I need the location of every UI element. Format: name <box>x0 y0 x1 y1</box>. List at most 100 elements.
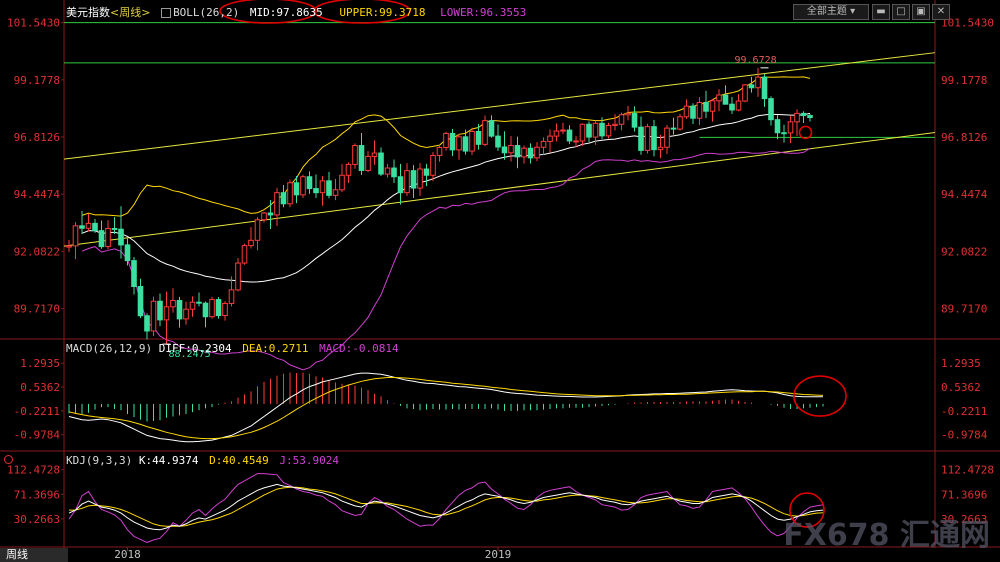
dea-label: DEA: <box>242 342 269 355</box>
k-value: 44.9374 <box>152 454 199 467</box>
candle-body <box>66 245 72 248</box>
main-tick-left-2: 96.8126 <box>14 131 60 144</box>
candle-body <box>501 146 508 154</box>
candle-body <box>521 147 527 158</box>
main-tick-right-4: 92.0822 <box>941 245 987 258</box>
candle-body <box>371 152 378 157</box>
candle-body <box>430 154 436 176</box>
macd-tick-right-0: 1.2935 <box>941 357 981 370</box>
period-tab[interactable]: 周线 <box>0 548 68 562</box>
candle-body <box>436 146 443 156</box>
candle-body <box>573 140 579 143</box>
candle-body <box>222 302 228 317</box>
candle-body <box>605 124 612 137</box>
d-value: 40.4549 <box>222 454 269 467</box>
main-tick-left-4: 92.0822 <box>14 245 60 258</box>
candle-body <box>241 245 248 264</box>
candle-body <box>443 132 449 148</box>
candle-body <box>410 170 417 189</box>
candle-body <box>540 140 547 148</box>
candle-body <box>293 182 300 196</box>
candle-body <box>170 300 176 308</box>
macd-label: MACD: <box>319 342 353 355</box>
candle-body <box>248 239 254 247</box>
candle-body <box>111 227 118 230</box>
candle-body <box>456 136 462 151</box>
diff-value: 0.2304 <box>191 342 232 355</box>
minimize-icon[interactable]: ▬ <box>872 4 890 20</box>
candle-body <box>599 122 605 137</box>
candle-body <box>722 94 729 105</box>
candle-body <box>215 299 222 317</box>
period-tab-label: 周线 <box>6 548 28 561</box>
legend-macd: MACD:-0.0814 <box>319 342 398 355</box>
boll-lower-line <box>81 147 811 371</box>
lower-label: LOWER: <box>440 6 480 19</box>
candle-body <box>189 301 196 310</box>
kdj-indicator: KDJ(9,3,3) <box>66 454 133 467</box>
candle-body <box>625 112 631 116</box>
restore-icon[interactable]: □ <box>892 4 910 20</box>
main-tick-right-3: 94.4474 <box>941 188 988 201</box>
period-label: <周线> <box>110 6 151 19</box>
legend-upper: UPPER:99.3718 <box>339 6 425 19</box>
candle-body <box>345 163 352 176</box>
candle-body <box>729 103 735 111</box>
legend-diff: DIFF:0.2304 <box>159 342 232 355</box>
candle-body <box>670 127 677 130</box>
kdj-tick-right-1: 71.3696 <box>941 488 987 501</box>
highlight-macd-cross <box>793 375 847 417</box>
kdj-tick-left-2: 30.2663 <box>14 513 60 526</box>
candle-body <box>404 170 410 194</box>
candle-body <box>137 285 144 317</box>
candle-body <box>761 76 768 100</box>
d-label: D: <box>209 454 223 467</box>
macd-tick-right-3: -0.9784 <box>941 429 988 442</box>
candle-body <box>794 112 800 123</box>
maximize-icon[interactable]: ▣ <box>912 4 930 20</box>
candle-body <box>209 299 215 318</box>
candle-body <box>768 98 774 121</box>
legend-k: K:44.9374 <box>139 454 199 467</box>
candle-body <box>618 114 625 125</box>
theme-button[interactable]: 全部主题 ▾ <box>793 4 869 20</box>
candle-body <box>378 152 384 175</box>
macd-value: -0.0814 <box>352 342 399 355</box>
close-icon[interactable]: ✕ <box>932 4 950 20</box>
main-tick-left-5: 89.7170 <box>14 303 60 316</box>
candle-body <box>417 168 423 189</box>
highlight-last-candle <box>798 125 813 140</box>
candle-body <box>514 145 521 158</box>
dea-value: 0.2711 <box>268 342 309 355</box>
candle-body <box>287 182 293 205</box>
candle-body <box>118 228 124 246</box>
stock-chart[interactable]: 101.5430 101.543099.1778 99.177896.8126 96.… <box>0 0 1000 562</box>
candle-body <box>79 225 85 229</box>
candle-body <box>742 84 748 102</box>
candle-body <box>339 174 345 191</box>
candle-body <box>144 315 150 332</box>
candle-body <box>124 244 131 262</box>
candle-body <box>267 212 274 216</box>
candle-body <box>612 123 618 126</box>
candle-body <box>280 192 287 205</box>
candle-body <box>261 212 267 221</box>
settings-dot-icon[interactable] <box>4 455 13 464</box>
kdj-tick-left-0: 112.4728 <box>7 464 60 477</box>
candle-body <box>534 146 540 159</box>
lower-value: 96.3553 <box>479 6 527 19</box>
candle-body <box>274 192 280 216</box>
kdj-legend: KDJ(9,3,3) K:44.9374 D:40.4549 J:53.9024 <box>66 454 339 467</box>
symbol-name: 美元指数 <box>66 6 110 19</box>
candle-body <box>638 126 644 151</box>
indicator-icon <box>161 8 172 18</box>
candle-body <box>735 100 742 111</box>
candle-body <box>781 132 787 135</box>
candle-body <box>495 135 501 148</box>
candle-body <box>306 176 313 190</box>
main-tick-right-5: 89.7170 <box>941 303 987 316</box>
legend-mid: MID:97.8635 <box>250 6 323 19</box>
candles-group <box>66 67 813 345</box>
mid-label: MID: <box>249 6 277 19</box>
candle-body <box>553 130 560 137</box>
